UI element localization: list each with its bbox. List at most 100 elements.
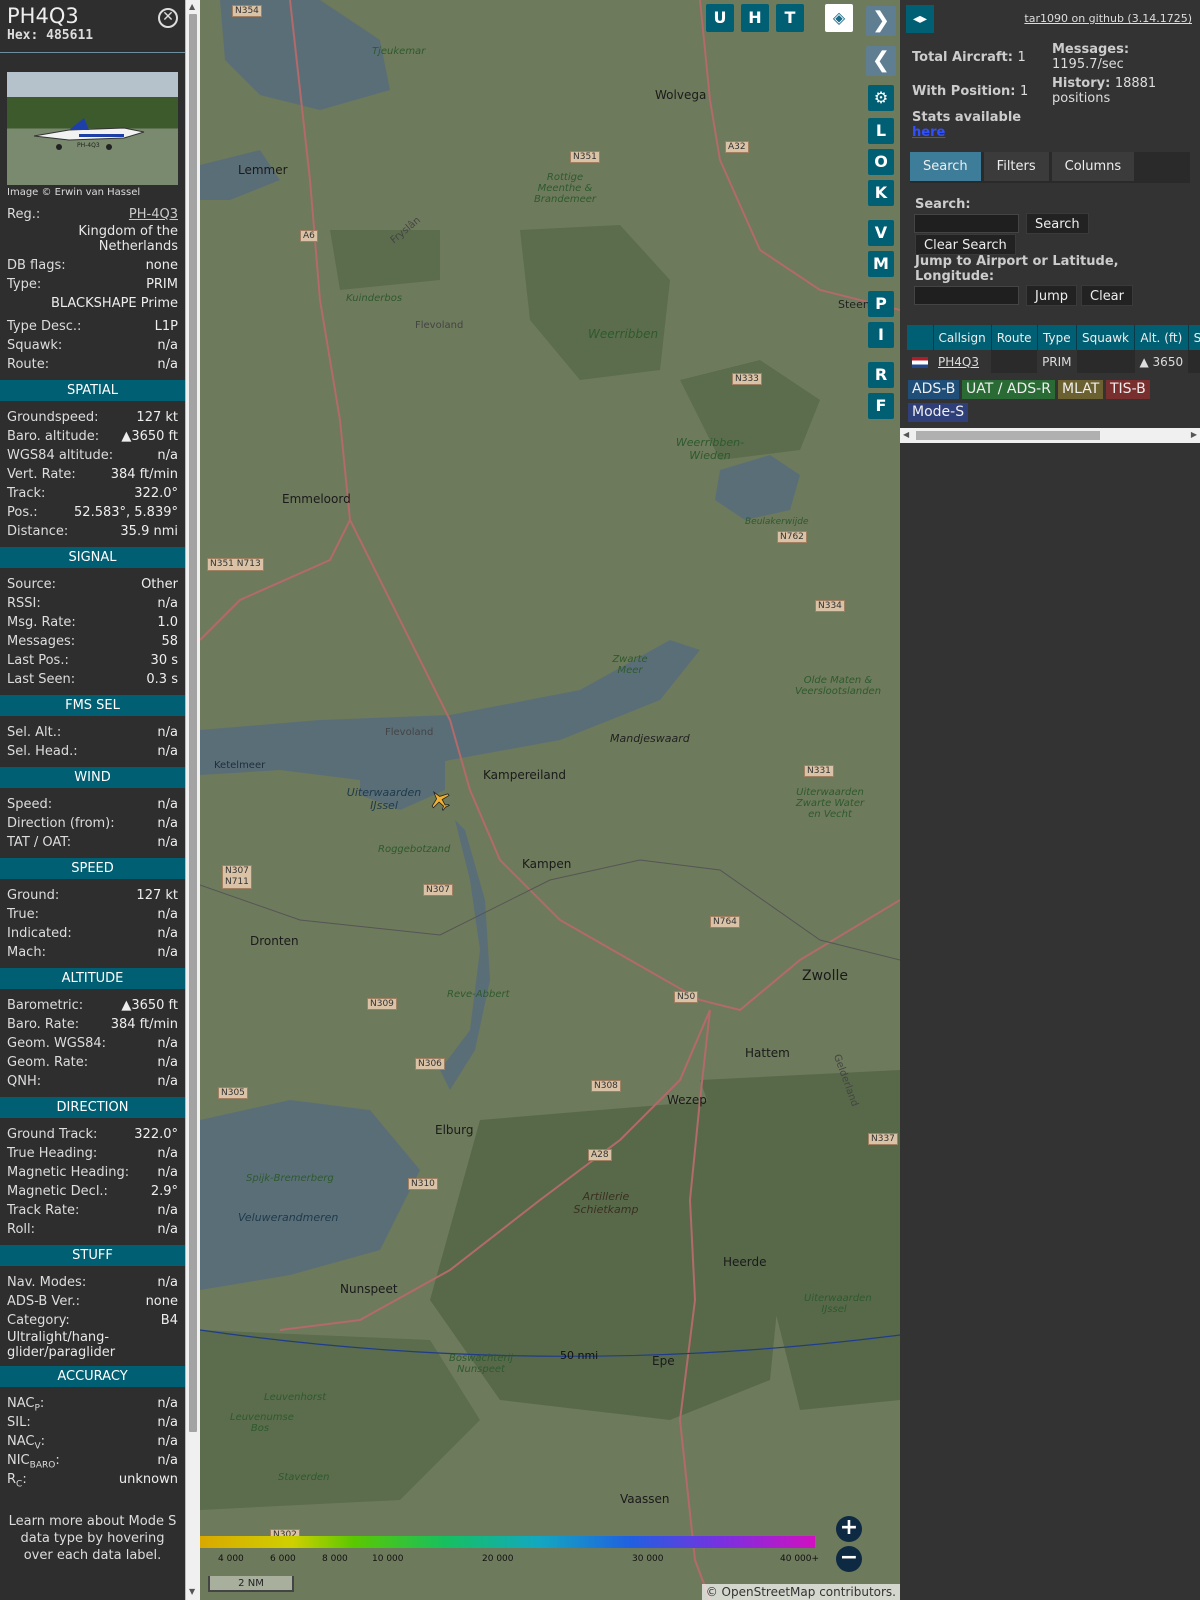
direction-row: Ground Track: 322.0° (0, 1125, 185, 1144)
section-direction[interactable]: DIRECTION (0, 1097, 185, 1118)
section-speed[interactable]: SPEED (0, 858, 185, 879)
scrollbar-thumb[interactable] (189, 14, 197, 1432)
hscroll-thumb[interactable] (916, 431, 1100, 440)
section-spatial[interactable]: SPATIAL (0, 380, 185, 401)
jump-button[interactable]: Jump (1026, 285, 1077, 306)
col-altitude[interactable]: Alt. (ft) (1134, 325, 1189, 350)
clear-jump-button[interactable]: Clear (1081, 285, 1133, 306)
toggle-h-button[interactable]: H (741, 4, 769, 32)
col-squawk[interactable]: Squawk (1076, 325, 1135, 350)
table-row[interactable]: PH4Q3 PRIM ▲ 3650 (907, 350, 1200, 373)
field-label: Msg. Rate: (7, 615, 76, 630)
zoom-out-button[interactable]: − (836, 1546, 862, 1572)
nature-label: Weerribben (588, 327, 659, 341)
col-flag[interactable] (907, 325, 934, 350)
source-adsb-badge: ADS-B (908, 380, 960, 399)
field-value: 30 s (150, 653, 178, 668)
info-panel-scrollbar[interactable]: ▲ ▼ (185, 0, 200, 1600)
toggle-m-button[interactable]: M (868, 251, 894, 277)
expand-collapse-icon[interactable]: ◂▸ (906, 5, 934, 33)
road-label: N337 (868, 1133, 898, 1145)
scroll-down-icon[interactable]: ▼ (189, 1588, 195, 1596)
row-callsign[interactable]: PH4Q3 (938, 355, 979, 369)
place-label: Kampen (522, 857, 572, 871)
legend-tick: 6 000 (270, 1554, 296, 1564)
tab-filters[interactable]: Filters (983, 152, 1049, 181)
section-signal[interactable]: SIGNAL (0, 547, 185, 568)
toggle-k-button[interactable]: K (868, 180, 894, 206)
range-ring-label: 50 nmi (560, 1349, 599, 1362)
wind-rows: Speed: n/a Direction (from): n/a TAT / OAT: n… (0, 795, 185, 852)
hex-value: 485611 (46, 28, 94, 43)
map-attribution: © OpenStreetMap contributors. (701, 1584, 900, 1600)
chevron-left-icon[interactable]: ❮ (866, 46, 896, 76)
aircraft-photo[interactable]: PH-4Q3 (7, 72, 178, 185)
col-type[interactable]: Type (1037, 325, 1078, 350)
with-position: With Position: 1 (912, 84, 1029, 99)
tab-search[interactable]: Search (910, 152, 981, 181)
field-label: Baro. Rate: (7, 1017, 80, 1032)
osm-link[interactable]: OpenStreetMap (722, 1585, 816, 1599)
spatial-rows: Groundspeed: 127 kt Baro. altitude: ▲3650 f… (0, 408, 185, 541)
toggle-f-button[interactable]: F (868, 393, 894, 419)
github-link[interactable]: tar1090 on github (3.14.1725) (1024, 12, 1192, 25)
registration-link[interactable]: PH-4Q3 (129, 207, 178, 222)
road-label: N308 (591, 1080, 621, 1092)
spatial-row: Vert. Rate: 384 ft/min (0, 465, 185, 484)
place-label: Epe (652, 1354, 675, 1368)
section-altitude[interactable]: ALTITUDE (0, 968, 185, 989)
tab-columns[interactable]: Columns (1051, 152, 1135, 181)
speed-row: Mach: n/a (0, 943, 185, 962)
nature-label: Artillerie Schietkamp (573, 1190, 639, 1216)
section-stuff[interactable]: STUFF (0, 1245, 185, 1266)
field-value: 127 kt (136, 410, 178, 425)
signal-row: RSSI: n/a (0, 594, 185, 613)
jump-input[interactable] (914, 286, 1019, 305)
toggle-r-button[interactable]: R (868, 362, 894, 388)
field-label: Distance: (7, 524, 69, 539)
road-label: N305 (218, 1087, 248, 1099)
toggle-p-button[interactable]: P (868, 291, 894, 317)
scroll-left-icon[interactable]: ◀ (903, 430, 909, 439)
field-label: ADS-B Ver.: (7, 1294, 80, 1309)
search-button[interactable]: Search (1026, 213, 1089, 234)
close-icon[interactable]: ✕ (158, 8, 178, 28)
scroll-up-icon[interactable]: ▲ (189, 3, 195, 11)
section-wind[interactable]: WIND (0, 767, 185, 788)
toggle-i-button[interactable]: I (868, 322, 894, 348)
col-route[interactable]: Route (991, 325, 1038, 350)
zoom-in-button[interactable]: + (836, 1516, 862, 1542)
toggle-t-button[interactable]: T (776, 4, 804, 32)
chevron-right-icon[interactable]: ❯ (866, 6, 896, 36)
fmssel-row: Sel. Alt.: n/a (0, 723, 185, 742)
section-accuracy[interactable]: ACCURACY (0, 1366, 185, 1387)
clear-search-button[interactable]: Clear Search (915, 234, 1016, 255)
field-label: True Heading: (7, 1146, 98, 1161)
toggle-l-button[interactable]: L (868, 118, 894, 144)
netherlands-flag-icon (912, 356, 928, 368)
field-label: Track: (7, 486, 46, 501)
nic-row: NICBARO: n/a (7, 1453, 178, 1471)
scroll-right-icon[interactable]: ▶ (1191, 430, 1197, 439)
section-fms-sel[interactable]: FMS SEL (0, 695, 185, 716)
table-horizontal-scrollbar[interactable]: ◀ ▶ (900, 428, 1200, 443)
toggle-v-button[interactable]: V (868, 220, 894, 246)
stats-link[interactable]: here (912, 125, 945, 140)
layers-icon[interactable]: ◈ (825, 4, 853, 32)
col-callsign[interactable]: Callsign (933, 325, 992, 350)
wind-row: TAT / OAT: n/a (0, 833, 185, 852)
toggle-u-button[interactable]: U (706, 4, 734, 32)
scale-bar: 2 NM (208, 1576, 294, 1592)
search-input[interactable] (914, 214, 1019, 233)
col-speed[interactable]: Spd (1188, 325, 1200, 350)
altitude-row: Baro. Rate: 384 ft/min (0, 1015, 185, 1034)
nature-label: Tjeukemar (372, 46, 426, 57)
map-view[interactable]: Lemmer Wolvega Emmeloord Kampereiland Ka… (200, 0, 900, 1600)
learn-more-text: Learn more about Mode S data type by hov… (8, 1514, 177, 1563)
wind-row: Direction (from): n/a (0, 814, 185, 833)
toggle-o-button[interactable]: O (868, 149, 894, 175)
settings-gear-icon[interactable]: ⚙ (868, 85, 894, 111)
nature-label: Spijk-Bremerberg (246, 1173, 334, 1184)
place-label: Ketelmeer (214, 760, 266, 771)
legend-tick: 10 000 (372, 1554, 404, 1564)
